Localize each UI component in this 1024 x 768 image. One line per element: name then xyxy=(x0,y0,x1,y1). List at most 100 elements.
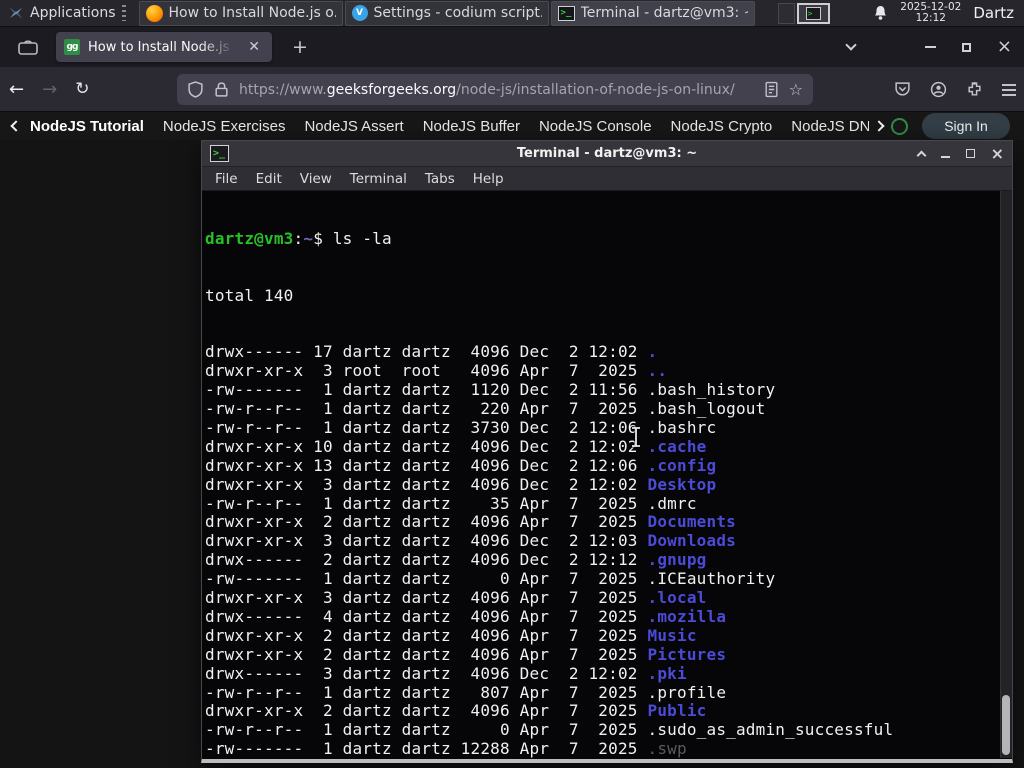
window-minimize-button[interactable] xyxy=(924,46,936,48)
nav-item-nodejs-buffer[interactable]: NodeJS Buffer xyxy=(423,118,520,135)
window-maximize-button[interactable] xyxy=(961,42,971,52)
terminal-window: >_ Terminal - dartz@vm3: ~ × File Edit V… xyxy=(201,140,1013,763)
applications-menu-button[interactable]: Applications xyxy=(0,0,138,27)
nav-item-nodejs-dns[interactable]: NodeJS DNS xyxy=(791,118,869,135)
forward-button[interactable]: → xyxy=(33,75,66,104)
terminal-listing-row: drwx------ 17 dartz dartz 4096 Dec 2 12:… xyxy=(205,342,658,362)
file-name: .bashrc xyxy=(647,417,717,437)
workspace-switcher[interactable]: > xyxy=(777,2,830,24)
terminal-listing-row: -rw------- 1 dartz dartz 12288 Apr 7 202… xyxy=(205,739,687,758)
terminal-output[interactable]: dartz@vm3:~$ ls -la total 140 drwx------… xyxy=(202,191,1012,758)
file-name: Public xyxy=(647,701,707,721)
nav-item-nodejs-assert[interactable]: NodeJS Assert xyxy=(304,118,403,135)
terminal-scrollbar[interactable] xyxy=(1000,191,1012,758)
prompt-separator: : xyxy=(293,228,304,248)
file-name: Pictures xyxy=(647,644,727,664)
terminal-listing-row: -rw------- 1 dartz dartz 1120 Dec 2 11:5… xyxy=(205,380,776,400)
file-name: Desktop xyxy=(647,474,717,494)
terminal-listing-row: drwxr-xr-x 3 dartz dartz 4096 Dec 2 12:0… xyxy=(205,474,717,494)
panel-grip xyxy=(121,5,126,21)
workspace-1[interactable] xyxy=(777,2,795,24)
shade-button[interactable] xyxy=(916,150,927,160)
toolbar-right-icons xyxy=(894,67,1016,112)
nav-item-nodejs-exercises[interactable]: NodeJS Exercises xyxy=(163,118,286,135)
tab-how-to-install-nodejs[interactable]: gg How to Install Node.js on ✕ xyxy=(56,32,272,62)
tracking-shield-icon[interactable] xyxy=(187,81,204,98)
xfce-panel: Applications How to Install Node.js o...… xyxy=(0,0,1024,27)
file-name: . xyxy=(647,342,658,362)
user-label[interactable]: Dartz xyxy=(973,4,1014,22)
back-button[interactable]: ← xyxy=(0,75,33,104)
bookmark-star-icon[interactable]: ☆ xyxy=(789,80,803,99)
nav-item-nodejs-crypto[interactable]: NodeJS Crypto xyxy=(671,118,773,135)
taskbar-button-firefox[interactable]: How to Install Node.js o... xyxy=(138,0,343,26)
tab-close-icon[interactable]: ✕ xyxy=(244,38,264,56)
account-icon[interactable] xyxy=(930,81,947,98)
clock[interactable]: 2025-12-02 12:12 xyxy=(900,2,961,24)
nav-scroll-right-chevron-icon[interactable] xyxy=(873,120,885,132)
url-text: https://www.geeksforgeeks.org/node-js/in… xyxy=(239,82,754,98)
url-bar[interactable]: https://www.geeksforgeeks.org/node-js/in… xyxy=(177,74,813,105)
desktop: Applications How to Install Node.js o...… xyxy=(0,0,1024,768)
terminal-window-buttons: × xyxy=(916,145,1004,161)
menu-edit[interactable]: Edit xyxy=(247,171,291,187)
file-name: .mozilla xyxy=(647,606,727,626)
site-nav-items: NodeJS Tutorial NodeJS Exercises NodeJS … xyxy=(30,118,869,135)
close-button[interactable]: × xyxy=(991,145,1004,161)
system-tray: 2025-12-02 12:12 Dartz xyxy=(873,2,1024,24)
terminal-listing-row: drwxr-xr-x 2 dartz dartz 4096 Apr 7 2025… xyxy=(205,625,697,645)
nav-item-nodejs-console[interactable]: NodeJS Console xyxy=(539,118,652,135)
workspace-2[interactable]: > xyxy=(796,2,830,24)
file-name: .cache xyxy=(647,436,707,456)
firefox-view-button[interactable] xyxy=(14,34,42,60)
prompt-path: ~ xyxy=(303,228,314,248)
menu-file[interactable]: File xyxy=(206,171,247,187)
file-name: .dmrc xyxy=(647,493,697,513)
nav-scroll-left-chevron-icon[interactable] xyxy=(10,120,22,132)
lock-icon[interactable] xyxy=(213,81,230,98)
total-line: total 140 xyxy=(205,285,294,305)
minimize-button[interactable] xyxy=(940,155,950,158)
menu-hamburger-icon[interactable] xyxy=(1002,83,1016,96)
terminal-listing-row: drwxr-xr-x 3 dartz dartz 4096 Dec 2 12:0… xyxy=(205,531,736,551)
terminal-window-title: Terminal - dartz@vm3: ~ xyxy=(516,146,698,161)
extensions-puzzle-icon[interactable] xyxy=(966,81,983,98)
file-listing: drwx------ 17 dartz dartz 4096 Dec 2 12:… xyxy=(205,342,998,758)
maximize-button[interactable] xyxy=(965,149,975,158)
taskbar-button-terminal[interactable]: >_ Terminal - dartz@vm3: ~ xyxy=(550,0,755,26)
prompt-line: dartz@vm3:~$ ls -la xyxy=(205,228,998,249)
terminal-listing-row: drwx------ 3 dartz dartz 4096 Dec 2 12:0… xyxy=(205,663,687,683)
menu-view[interactable]: View xyxy=(291,171,341,187)
terminal-icon: >_ xyxy=(557,5,575,21)
menu-terminal[interactable]: Terminal xyxy=(341,171,416,187)
window-close-button[interactable]: × xyxy=(997,38,1012,56)
reload-button[interactable]: ↻ xyxy=(66,75,98,103)
url-scheme: https://www. xyxy=(239,81,327,98)
nav-item-nodejs-tutorial[interactable]: NodeJS Tutorial xyxy=(30,118,144,135)
terminal-listing-row: -rw------- 1 dartz dartz 0 Apr 7 2025 .I… xyxy=(205,569,776,589)
list-all-tabs-chevron-icon[interactable] xyxy=(845,39,857,51)
tab-bar-controls: × xyxy=(845,38,1024,56)
taskbar-button-codium[interactable]: V Settings - codium script... xyxy=(344,0,549,26)
menu-help[interactable]: Help xyxy=(464,171,513,187)
prompt-user-host: dartz@vm3 xyxy=(205,228,294,248)
reader-mode-icon[interactable] xyxy=(763,81,780,98)
search-icon[interactable] xyxy=(891,117,908,135)
applications-label: Applications xyxy=(30,5,116,21)
terminal-listing-row: drwxr-xr-x 3 root root 4096 Apr 7 2025 .… xyxy=(205,361,668,381)
file-name: .sudo_as_admin_successful xyxy=(647,720,894,740)
scrollbar-thumb[interactable] xyxy=(1002,695,1010,755)
new-tab-button[interactable]: + xyxy=(286,36,314,58)
terminal-listing-row: drwxr-xr-x 2 dartz dartz 4096 Apr 7 2025… xyxy=(205,512,736,532)
terminal-title-bar[interactable]: >_ Terminal - dartz@vm3: ~ × xyxy=(202,141,1012,167)
terminal-listing-row: -rw-r--r-- 1 dartz dartz 220 Apr 7 2025 … xyxy=(205,398,766,418)
file-name: Downloads xyxy=(647,531,736,551)
terminal-listing-row: drwxr-xr-x 2 dartz dartz 4096 Apr 7 2025… xyxy=(205,701,707,721)
notification-bell-icon[interactable] xyxy=(873,5,888,21)
menu-tabs[interactable]: Tabs xyxy=(416,171,464,187)
terminal-listing-row: drwx------ 4 dartz dartz 4096 Apr 7 2025… xyxy=(205,606,727,626)
task-label: How to Install Node.js o... xyxy=(168,5,336,21)
pocket-icon[interactable] xyxy=(894,81,911,98)
sign-in-button[interactable]: Sign In xyxy=(922,113,1010,139)
task-label: Terminal - dartz@vm3: ~ xyxy=(580,5,748,21)
